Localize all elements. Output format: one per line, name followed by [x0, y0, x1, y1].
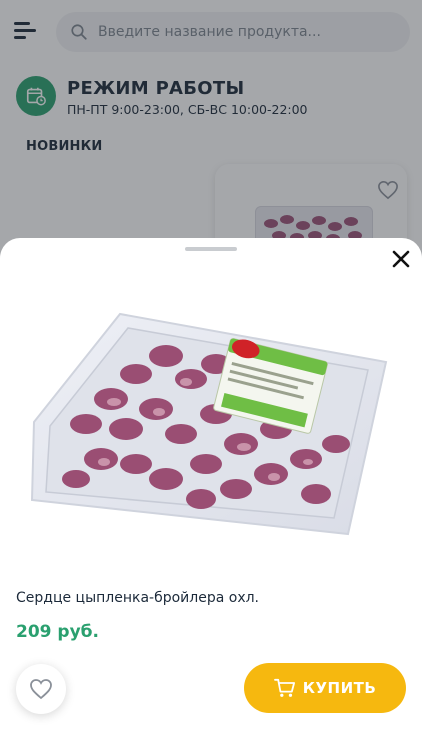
buy-button-label: КУПИТЬ	[302, 679, 377, 697]
product-bottom-sheet: Сердце цыпленка-бройлера охл. 209 руб. К…	[0, 238, 422, 750]
product-price: 209 руб.	[16, 622, 99, 642]
cart-icon	[273, 678, 295, 697]
buy-button[interactable]: КУПИТЬ	[244, 663, 406, 713]
favorite-button[interactable]	[16, 664, 66, 714]
product-image	[30, 312, 388, 536]
heart-icon	[30, 679, 52, 700]
drag-handle[interactable]	[185, 247, 237, 251]
product-name: Сердце цыпленка-бройлера охл.	[16, 590, 259, 606]
close-icon[interactable]	[390, 248, 412, 270]
